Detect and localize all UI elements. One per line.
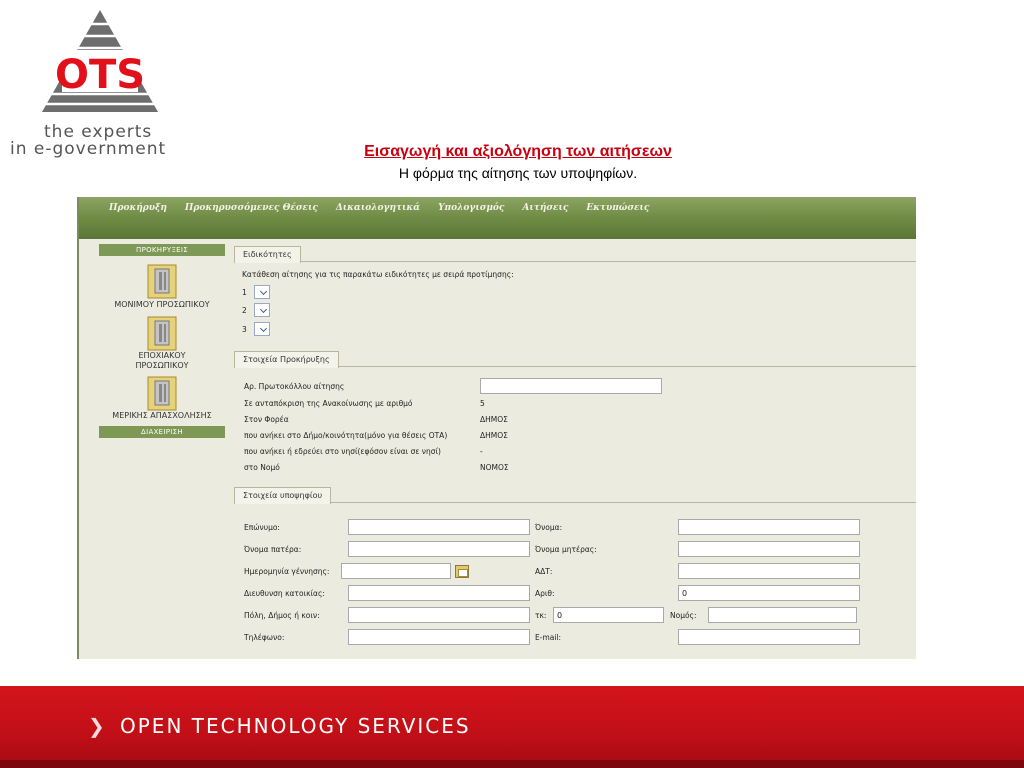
organization-label: Στον Φορέα <box>244 415 289 424</box>
sidebar-manage-button[interactable]: ΔΙΑΧΕΙΡΙΣΗ <box>99 426 225 438</box>
postal-code-label: τκ: <box>535 611 547 620</box>
protocol-label: Αρ. Πρωτοκόλλου αίτησης <box>244 382 345 391</box>
father-name-label: Όνομα πατέρα: <box>244 545 302 554</box>
calendar-icon[interactable] <box>455 565 469 578</box>
menu-item-documents[interactable]: Δικαιολογητικά <box>336 203 420 213</box>
specialties-panel: Ειδικότητες Κατάθεση αίτησης για τις παρ… <box>234 246 916 347</box>
phone-input[interactable] <box>348 629 530 645</box>
address-input[interactable] <box>348 585 530 601</box>
prefecture-label: στο Νομό <box>244 463 280 472</box>
tab-announcement[interactable]: Στοιχεία Προκήρυξης <box>234 351 339 368</box>
announcement-number-label: Σε ανταπόκριση της Ανακοίνωσης με αριθμό <box>244 399 413 408</box>
postal-code-input[interactable]: 0 <box>553 607 664 623</box>
id-card-input[interactable] <box>678 563 860 579</box>
choice-label: 1 <box>242 288 247 297</box>
name-label: Όνομα: <box>535 523 563 532</box>
sidebar-item-part-time[interactable]: ΜΕΡΙΚΗΣ ΑΠΑΣΧΟΛΗΣΗΣ <box>99 372 225 421</box>
menu-item-positions[interactable]: Προκηρυσσόμενες Θέσεις <box>185 203 318 213</box>
address-label: Διευθυνση κατοικίας: <box>244 589 325 598</box>
candidate-panel: Στοιχεία υποψηφίου Επώνυμο: Όνομα: Όνομα… <box>234 487 916 659</box>
island-value: - <box>480 447 483 456</box>
choice-label: 3 <box>242 325 247 334</box>
menu-item-calculation[interactable]: Υπολογισμός <box>438 203 504 213</box>
email-input[interactable] <box>678 629 860 645</box>
specialties-instruction: Κατάθεση αίτησης για τις παρακάτω ειδικό… <box>242 270 514 279</box>
specialty-select-2[interactable] <box>254 303 270 317</box>
birth-date-input[interactable] <box>341 563 451 579</box>
sidebar-item-permanent[interactable]: ΜΟΝΙΜΟΥ ΠΡΟΣΩΠΙΚΟΥ <box>99 260 225 310</box>
city-label: Πόλη, Δήμος ή κοιν: <box>244 611 320 620</box>
municipality-label: που ανήκει στο Δήμο/κοινότητα(μόνο για θ… <box>244 431 448 440</box>
choice-label: 2 <box>242 306 247 315</box>
chevron-right-icon: ❯ <box>88 714 105 738</box>
street-number-input[interactable]: 0 <box>678 585 860 601</box>
footer-company-name: OPEN TECHNOLOGY SERVICES <box>120 714 471 738</box>
sidebar-item-seasonal[interactable]: ΕΠΟΧΙΑΚΟΥ ΠΡΟΣΩΠΙΚΟΥ <box>99 312 225 371</box>
prefecture-field-label: Νομός: <box>670 611 697 620</box>
island-label: που ανήκει ή εδρεύει στο νησί(εφόσον είν… <box>244 447 441 456</box>
menu-item-prints[interactable]: Εκτυπώσεις <box>586 203 649 213</box>
specialty-select-3[interactable] <box>254 322 270 336</box>
sidebar-item-label: ΕΠΟΧΙΑΚΟΥ ΠΡΟΣΩΠΙΚΟΥ <box>135 351 189 370</box>
name-input[interactable] <box>678 519 860 535</box>
sidebar-item-label: ΜΕΡΙΚΗΣ ΑΠΑΣΧΟΛΗΣΗΣ <box>112 411 212 420</box>
menu-item-applications[interactable]: Αιτήσεις <box>522 203 568 213</box>
father-name-input[interactable] <box>348 541 530 557</box>
folder-icon <box>147 375 177 411</box>
footer-banner: ❯ OPEN TECHNOLOGY SERVICES <box>0 686 1024 768</box>
tab-candidate[interactable]: Στοιχεία υποψηφίου <box>234 487 332 504</box>
surname-input[interactable] <box>348 519 530 535</box>
specialty-select-1[interactable] <box>254 285 270 299</box>
menu-item-announcement[interactable]: Προκήρυξη <box>109 203 167 213</box>
birth-date-label: Ημερομηνία γέννησης: <box>244 567 330 576</box>
organization-value: ΔΗΜΟΣ <box>480 415 508 424</box>
slide-subtitle: Η φόρμα της αίτησης των υποψηφίων. <box>398 165 638 181</box>
id-card-label: ΑΔΤ: <box>535 567 553 576</box>
slide-title: Εισαγωγή και αξιολόγηση των αιτήσεων <box>364 143 672 160</box>
municipality-value: ΔΗΜΟΣ <box>480 431 508 440</box>
folder-icon <box>147 263 177 299</box>
sidebar: ΠΡΟΚΗΡΥΞΕΙΣ ΜΟΝΙΜΟΥ ΠΡΟΣΩΠΙΚΟΥ ΕΠΟΧΙΑΚΟΥ… <box>99 244 225 459</box>
footer-divider <box>0 760 1024 768</box>
phone-label: Τηλέφωνο: <box>244 633 285 642</box>
city-input[interactable] <box>348 607 530 623</box>
application-window: Προκήρυξη Προκηρυσσόμενες Θέσεις Δικαιολ… <box>77 197 916 659</box>
tab-specialties[interactable]: Ειδικότητες <box>234 246 301 263</box>
svg-text:OTS: OTS <box>55 52 145 98</box>
surname-label: Επώνυμο: <box>244 523 280 532</box>
toolbar <box>79 219 916 239</box>
sidebar-item-label: ΜΟΝΙΜΟΥ ΠΡΟΣΩΠΙΚΟΥ <box>114 300 210 309</box>
protocol-number-input[interactable] <box>480 378 662 394</box>
ots-logo-mark: OTS <box>42 10 158 112</box>
ots-logo: OTS the experts in e-government <box>8 8 198 159</box>
folder-icon <box>147 315 177 351</box>
email-label: E-mail: <box>535 633 562 642</box>
main-menu: Προκήρυξη Προκηρυσσόμενες Θέσεις Δικαιολ… <box>79 197 916 219</box>
sidebar-header: ΠΡΟΚΗΡΥΞΕΙΣ <box>99 244 225 256</box>
prefecture-input[interactable] <box>708 607 857 623</box>
prefecture-value: ΝΟΜΟΣ <box>480 463 509 472</box>
announcement-panel: Στοιχεία Προκήρυξης Αρ. Πρωτοκόλλου αίτη… <box>234 351 916 478</box>
mother-name-label: Όνομα μητέρας: <box>535 545 597 554</box>
mother-name-input[interactable] <box>678 541 860 557</box>
announcement-number-value: 5 <box>480 399 485 408</box>
street-number-label: Αριθ: <box>535 589 555 598</box>
